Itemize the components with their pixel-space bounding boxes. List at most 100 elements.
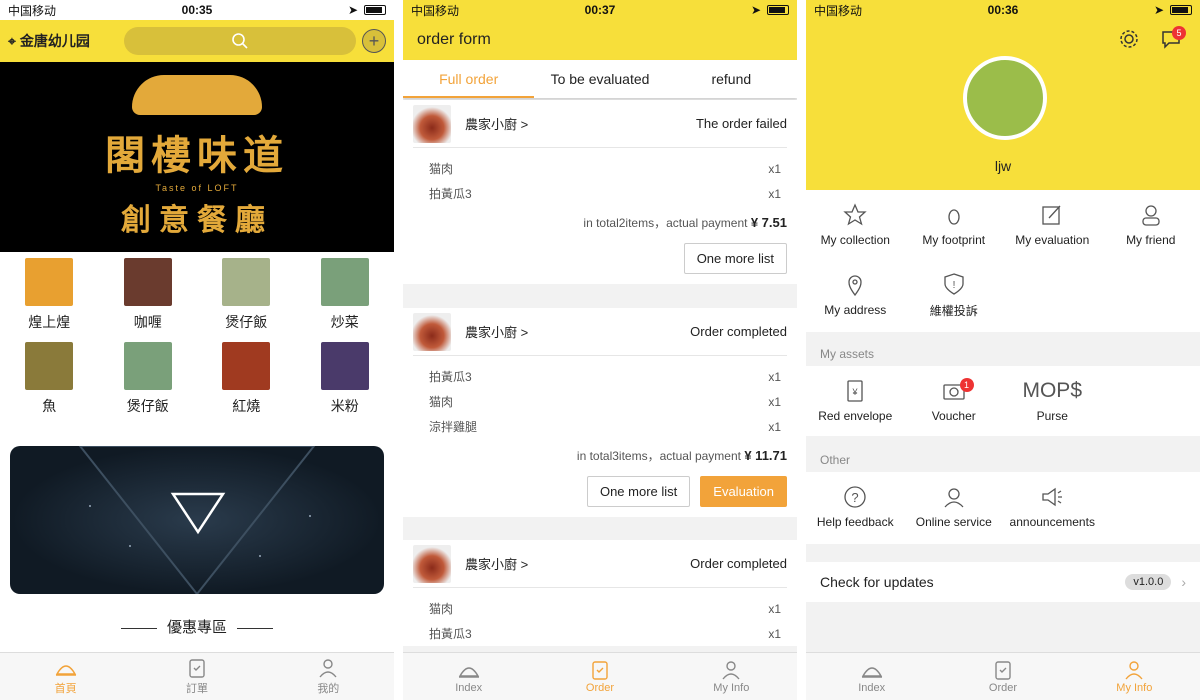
category-image xyxy=(222,342,271,390)
order-tabs: Full order To be evaluated refund xyxy=(403,60,797,98)
voucher-badge: 1 xyxy=(959,378,974,392)
check-updates-row[interactable]: Check for updates v1.0.0 › xyxy=(806,562,1200,602)
tab-bar: 首頁 訂單 我的 xyxy=(0,652,394,700)
footprint-icon xyxy=(948,209,960,225)
item-qty: x1 xyxy=(768,369,781,384)
location-label: 金唐幼儿园 xyxy=(19,33,90,49)
category-label: 煌上煌 xyxy=(28,314,71,330)
voucher-button[interactable]: 1 Voucher xyxy=(905,366,1004,436)
promo-banner[interactable] xyxy=(10,446,384,594)
tab-index[interactable]: Index xyxy=(403,653,534,700)
category-item[interactable]: 煲仔飯 xyxy=(99,342,198,416)
svg-text:!: ! xyxy=(952,280,955,291)
one-more-list-button[interactable]: One more list xyxy=(683,243,787,274)
category-label: 魚 xyxy=(42,398,57,414)
item-name: 猫肉 xyxy=(429,395,454,409)
cloche-icon xyxy=(55,664,76,676)
shop-name[interactable]: 農家小廚 > xyxy=(465,322,690,341)
menu-item[interactable]: ! 維權投訴 xyxy=(905,260,1004,330)
one-more-list-button[interactable]: One more list xyxy=(586,476,691,507)
cloche-icon xyxy=(861,666,882,678)
status-icons: ➤ xyxy=(751,3,789,17)
menu-item[interactable]: My footprint xyxy=(905,190,1004,260)
tab-to-be-evaluated[interactable]: To be evaluated xyxy=(534,60,665,98)
order-card-header[interactable]: 農家小廚 > Order completed xyxy=(413,540,787,588)
avatar[interactable] xyxy=(963,56,1047,140)
order-total: in total2items，actual payment ¥ 7.51 xyxy=(413,206,787,231)
evaluation-button[interactable]: Evaluation xyxy=(700,476,787,507)
red-envelope-button[interactable]: ¥ Red envelope xyxy=(806,366,905,436)
item-label: My address xyxy=(824,303,887,317)
tab-order[interactable]: Order xyxy=(534,653,665,700)
menu-item[interactable]: My collection xyxy=(806,190,905,260)
chevron-right-icon: › xyxy=(1181,574,1186,590)
announcements-button[interactable]: announcements xyxy=(1003,472,1102,542)
gear-icon[interactable] xyxy=(1118,28,1140,50)
purse-button[interactable]: MOP$ Purse xyxy=(1003,366,1102,436)
section-title: 優惠專區 xyxy=(0,616,394,637)
red-envelope-icon: ¥ xyxy=(847,380,863,402)
tab-mine[interactable]: 我的 xyxy=(263,653,394,700)
tab-my-info[interactable]: My Info xyxy=(1069,653,1200,700)
location-selector[interactable]: ⌖ 金唐幼儿园 xyxy=(8,31,118,51)
tab-index[interactable]: Index xyxy=(806,653,937,700)
shop-name[interactable]: 農家小廚 > xyxy=(465,114,696,133)
dish-image xyxy=(413,104,451,143)
menu-item[interactable]: My address xyxy=(806,260,905,330)
tab-home[interactable]: 首頁 xyxy=(0,653,131,700)
headset-icon xyxy=(944,488,964,508)
category-item[interactable]: 煌上煌 xyxy=(0,258,99,332)
tab-order[interactable]: Order xyxy=(937,653,1068,700)
clock: 00:37 xyxy=(584,3,616,17)
category-image xyxy=(320,342,369,390)
online-service-button[interactable]: Online service xyxy=(905,472,1004,542)
order-card-header[interactable]: 農家小廚 > Order completed xyxy=(413,308,787,356)
category-item[interactable]: 咖喱 xyxy=(99,258,198,332)
item-label: 維權投訴 xyxy=(929,303,978,318)
item-label: announcements xyxy=(1009,515,1095,529)
category-item[interactable]: 魚 xyxy=(0,342,99,416)
item-qty: x1 xyxy=(768,186,781,201)
item-label: Help feedback xyxy=(816,515,894,529)
search-icon xyxy=(232,33,248,49)
order-card: 農家小廚 > Order completed 猫肉 x1 拍黃瓜3 x1 xyxy=(403,540,797,646)
category-item[interactable]: 米粉 xyxy=(296,342,395,416)
battery-icon xyxy=(767,5,789,15)
assets-grid: ¥ Red envelope 1 Voucher MOP$ Purse xyxy=(806,366,1200,436)
category-item[interactable]: 紅燒 xyxy=(197,342,296,416)
tab-label: Index xyxy=(858,681,886,694)
location-arrow-icon: ➤ xyxy=(750,3,761,17)
tab-label: My Info xyxy=(1116,681,1153,694)
status-icons: ➤ xyxy=(348,3,386,17)
menu-item[interactable]: My friend xyxy=(1102,190,1200,260)
category-label: 煲仔飯 xyxy=(225,314,268,330)
tab-refund[interactable]: refund xyxy=(666,60,797,98)
tab-orders[interactable]: 訂單 xyxy=(131,653,262,700)
item-label: My evaluation xyxy=(1015,233,1090,247)
user-icon xyxy=(1125,660,1143,679)
add-button[interactable]: + xyxy=(362,29,386,53)
page-title: order form xyxy=(403,20,797,60)
tab-bar: Index Order My Info xyxy=(403,652,797,700)
menu-item[interactable]: My evaluation xyxy=(1003,190,1102,260)
status-bar: 中国移动 00:35 ➤ xyxy=(0,0,394,20)
search-bar[interactable] xyxy=(124,27,356,55)
version-badge: v1.0.0 xyxy=(1125,574,1172,590)
category-item[interactable]: 炒菜 xyxy=(296,258,395,332)
total-amount: ¥ 7.51 xyxy=(750,215,787,230)
restaurant-banner[interactable]: 閣樓味道 Taste of LOFT 創意餐廳 xyxy=(0,62,394,252)
order-card-header[interactable]: 農家小廚 > The order failed xyxy=(413,100,787,148)
shop-name[interactable]: 農家小廚 > xyxy=(465,554,690,573)
category-label: 炒菜 xyxy=(330,314,359,330)
tab-full-order[interactable]: Full order xyxy=(403,60,535,98)
battery-icon xyxy=(364,5,386,15)
order-line: 涼拌雞腿 x1 xyxy=(413,414,787,439)
orders-screen: 中国移动 00:37 ➤ order form Full order To be… xyxy=(403,0,797,700)
category-item[interactable]: 煲仔飯 xyxy=(197,258,296,332)
help-feedback-button[interactable]: ? Help feedback xyxy=(806,472,905,542)
tab-label: Order xyxy=(585,681,615,694)
svg-text:¥: ¥ xyxy=(852,387,859,397)
item-label: Online service xyxy=(915,515,992,529)
tab-my-info[interactable]: My Info xyxy=(666,653,797,700)
category-image xyxy=(123,258,172,306)
